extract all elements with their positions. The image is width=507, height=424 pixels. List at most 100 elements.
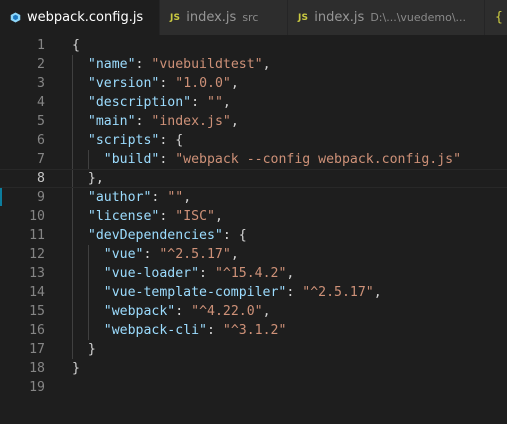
code-text: "version": "1.0.0", (72, 74, 239, 93)
code-text: { (72, 36, 80, 55)
json-punctuation: : (175, 304, 192, 319)
json-punctuation: : (286, 285, 303, 300)
json-punctuation: , (286, 266, 295, 281)
line-number: 13 (29, 266, 45, 281)
json-key: "vue-loader" (103, 266, 200, 281)
json-punctuation: : { (159, 133, 184, 148)
line-number: 6 (37, 133, 45, 148)
code-line[interactable]: 10 "license": "ISC", (0, 207, 507, 226)
tab-index-js-src[interactable]: JS index.js src (160, 0, 288, 35)
json-punctuation: }, (72, 171, 104, 186)
tab-description: D:\...\vuedemo\... (370, 11, 467, 24)
json-string: "^2.5.17" (159, 247, 231, 262)
code-text: "description": "", (72, 93, 231, 112)
code-text: "build": "webpack --config webpack.confi… (72, 150, 461, 169)
code-line[interactable]: 1{ (0, 36, 507, 55)
line-number: 11 (29, 228, 45, 243)
code-line[interactable]: 14 "vue-template-compiler": "^2.5.17", (0, 283, 507, 302)
code-line[interactable]: 12 "vue": "^2.5.17", (0, 245, 507, 264)
json-key: "devDependencies" (87, 228, 223, 243)
json-punctuation (72, 228, 88, 243)
line-number: 19 (29, 380, 45, 395)
tab-index-js-vuedemo[interactable]: JS index.js D:\...\vuedemo\... (288, 0, 485, 35)
json-punctuation: , (230, 247, 239, 262)
code-line[interactable]: 19 (0, 378, 507, 397)
json-icon: { (495, 10, 503, 25)
webpack-icon (10, 12, 21, 23)
json-punctuation (72, 190, 88, 205)
code-editor[interactable]: 1{2 "name": "vuebuildtest", 3 "version": … (0, 35, 507, 424)
json-punctuation: : { (222, 228, 247, 243)
tab-bar: webpack.config.js JS index.js src JS ind… (0, 0, 507, 35)
tab-description: src (242, 11, 259, 24)
json-key: "vue-template-compiler" (103, 285, 287, 300)
code-line[interactable]: 13 "vue-loader": "^15.4.2", (0, 264, 507, 283)
line-number: 9 (37, 190, 45, 205)
json-punctuation: : (143, 247, 160, 262)
code-line[interactable]: 18} (0, 359, 507, 378)
json-punctuation: : (191, 95, 207, 110)
line-number: 18 (29, 361, 45, 376)
json-string: "^2.5.17" (302, 285, 374, 300)
code-line[interactable]: 17 } (0, 340, 507, 359)
json-key: "author" (87, 190, 152, 205)
line-number: 7 (37, 152, 45, 167)
json-punctuation: , (222, 95, 231, 110)
code-line[interactable]: 2 "name": "vuebuildtest", (0, 55, 507, 74)
code-line[interactable]: 9 "author": "", (0, 188, 507, 207)
code-line[interactable]: 8 }, (0, 169, 507, 188)
json-string: "^15.4.2" (214, 266, 287, 281)
line-number: 5 (37, 114, 45, 129)
code-text: "main": "index.js", (72, 112, 239, 131)
json-string: "^4.22.0" (191, 304, 263, 319)
json-punctuation: } (72, 342, 96, 357)
line-number: 8 (37, 171, 45, 186)
tab-json-file[interactable]: { (485, 0, 507, 35)
json-punctuation (72, 209, 88, 224)
json-key: "webpack-cli" (103, 323, 207, 338)
code-text: "vue": "^2.5.17", (72, 245, 239, 264)
json-punctuation (72, 247, 104, 262)
json-key: "description" (87, 95, 192, 110)
json-punctuation: : (206, 323, 223, 338)
code-line[interactable]: 3 "version": "1.0.0", (0, 74, 507, 93)
code-text: }, (72, 170, 104, 187)
json-key: "vue" (103, 247, 144, 262)
line-number: 2 (37, 57, 45, 72)
json-punctuation: : (135, 57, 152, 72)
json-punctuation (72, 285, 104, 300)
json-string: "ISC" (175, 209, 215, 224)
json-punctuation (72, 323, 104, 338)
code-line[interactable]: 6 "scripts": { (0, 131, 507, 150)
json-key: "name" (87, 57, 136, 72)
tab-webpack-config[interactable]: webpack.config.js (0, 0, 160, 35)
code-text: } (72, 340, 96, 359)
code-line[interactable]: 4 "description": "", (0, 93, 507, 112)
json-punctuation: , (230, 114, 239, 129)
tab-label: index.js (314, 10, 365, 25)
json-punctuation: , (214, 209, 223, 224)
json-key: "scripts" (87, 133, 160, 148)
json-string: "index.js" (151, 114, 231, 129)
code-text: "devDependencies": { (72, 226, 247, 245)
code-line[interactable]: 11 "devDependencies": { (0, 226, 507, 245)
tab-label: index.js (186, 10, 237, 25)
code-line[interactable]: 15 "webpack": "^4.22.0", (0, 302, 507, 321)
json-punctuation: : (151, 190, 168, 205)
code-line[interactable]: 7 "build": "webpack --config webpack.con… (0, 150, 507, 169)
code-line[interactable]: 5 "main": "index.js", (0, 112, 507, 131)
json-string: "^3.1.2" (222, 323, 287, 338)
json-punctuation: , (183, 190, 192, 205)
code-line[interactable]: 16 "webpack-cli": "^3.1.2" (0, 321, 507, 340)
line-number: 10 (29, 209, 45, 224)
json-punctuation: : (135, 114, 152, 129)
code-text: "name": "vuebuildtest", (72, 55, 271, 74)
code-text: "license": "ISC", (72, 207, 223, 226)
json-punctuation: , (230, 76, 239, 91)
js-icon: JS (170, 12, 181, 23)
json-punctuation (72, 133, 88, 148)
json-punctuation (72, 76, 88, 91)
code-text: "vue-loader": "^15.4.2", (72, 264, 295, 283)
json-punctuation: } (72, 361, 80, 376)
json-punctuation (72, 95, 88, 110)
